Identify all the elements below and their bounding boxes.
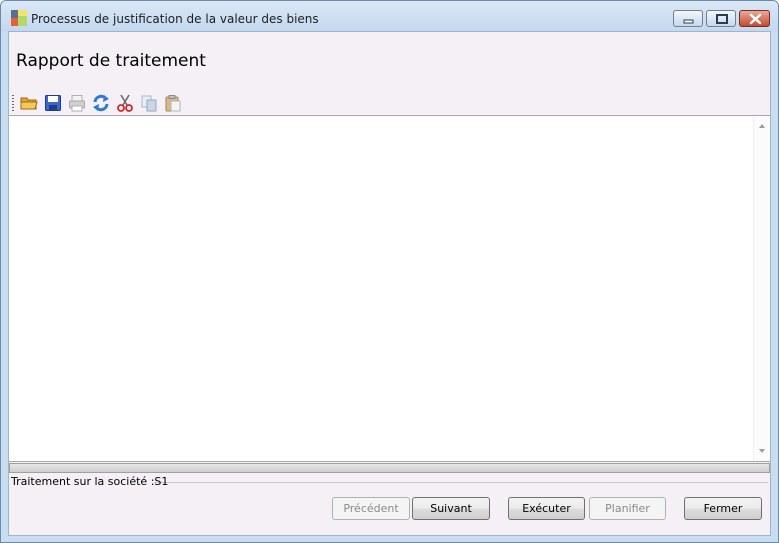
open-folder-icon[interactable]: [20, 94, 38, 112]
status-text: Traitement sur la société :S1: [11, 475, 169, 488]
close-icon: [749, 13, 762, 25]
client-area: Rapport de traitement Traitement sur la …: [8, 31, 771, 536]
window-title: Processus de justification de la valeur …: [31, 12, 319, 26]
maximize-button[interactable]: [706, 10, 736, 27]
previous-button[interactable]: Précédent: [332, 497, 410, 520]
close-window-button[interactable]: [739, 10, 770, 27]
close-button[interactable]: Fermer: [684, 497, 762, 520]
app-icon: [11, 10, 27, 26]
page-title: Rapport de traitement: [16, 51, 206, 71]
print-icon[interactable]: [68, 94, 86, 112]
save-icon[interactable]: [44, 94, 62, 112]
refresh-icon[interactable]: [92, 94, 110, 112]
status-divider: [154, 482, 768, 483]
toolbar-grip[interactable]: [12, 95, 14, 111]
scroll-down-icon[interactable]: [754, 443, 770, 459]
toolbar: [12, 93, 212, 113]
schedule-button[interactable]: Planifier: [589, 497, 666, 520]
maximize-icon: [716, 14, 728, 24]
minimize-button[interactable]: [673, 10, 703, 27]
copy-icon[interactable]: [140, 94, 158, 112]
vertical-scrollbar[interactable]: [753, 116, 770, 461]
execute-button[interactable]: Exécuter: [508, 497, 585, 520]
minimize-icon: [683, 19, 694, 24]
next-button[interactable]: Suivant: [412, 497, 490, 520]
cut-icon[interactable]: [116, 94, 134, 112]
title-bar[interactable]: Processus de justification de la valeur …: [1, 1, 778, 31]
paste-icon[interactable]: [164, 94, 182, 112]
scroll-up-icon[interactable]: [754, 118, 770, 134]
application-window: Processus de justification de la valeur …: [0, 0, 779, 543]
report-text-area[interactable]: [9, 115, 770, 462]
horizontal-scrollbar[interactable]: [9, 463, 770, 473]
